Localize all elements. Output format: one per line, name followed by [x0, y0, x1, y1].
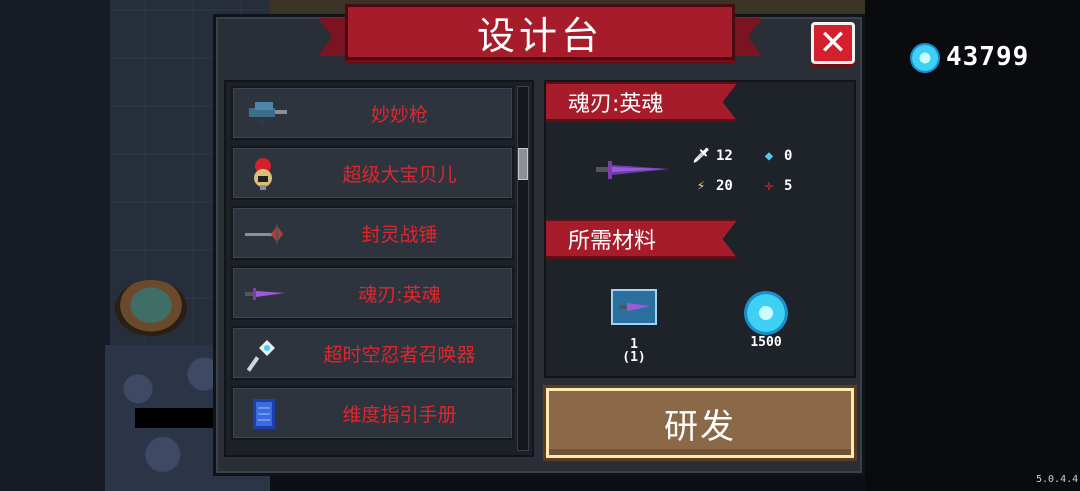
develop-button[interactable]: 研发: [546, 388, 854, 458]
precision-stat: ✛ 5: [760, 177, 793, 195]
gem-count: 43799: [946, 42, 1030, 72]
blueprint-count: 1 (1): [618, 338, 650, 364]
weapon-list[interactable]: 妙妙枪 超级大宝贝儿 封灵战锤 魂刃:英魂 超时空忍者召唤器 维度指引手册: [224, 80, 534, 457]
water-tub: [115, 280, 187, 336]
list-item[interactable]: 维度指引手册: [231, 386, 514, 440]
list-item-label: 超级大宝贝儿: [342, 163, 457, 186]
list-item[interactable]: 魂刃:英魂: [231, 266, 514, 320]
list-item[interactable]: 妙妙枪: [231, 86, 514, 140]
gem-icon: [744, 291, 788, 335]
energy-stat: ◆ 0: [760, 147, 793, 165]
list-item[interactable]: 封灵战锤: [231, 206, 514, 260]
blueprint-icon: [611, 289, 657, 325]
gem-icon: [910, 43, 940, 73]
close-button[interactable]: ✕: [811, 22, 855, 64]
list-scrollbar[interactable]: [517, 86, 529, 451]
crit-bolt-icon: ⚡: [696, 178, 706, 194]
dark-gap: [135, 408, 215, 428]
summoner-staff-icon: [246, 340, 275, 372]
materials-banner: 所需材料: [546, 219, 738, 259]
crit-value: 20: [716, 178, 733, 194]
blue-gun-icon: [249, 102, 287, 125]
list-item[interactable]: 超时空忍者召唤器: [231, 326, 514, 380]
blueprint-count-required: (1): [622, 350, 646, 365]
weapon-name-banner: 魂刃:英魂: [546, 82, 738, 122]
purple-blade-icon: [596, 161, 670, 179]
list-scrollbar-thumb[interactable]: [518, 148, 528, 180]
damage-value: 12: [716, 148, 733, 164]
damage-stat: 🗡 12: [692, 147, 733, 165]
diamond-icon: ◆: [764, 148, 774, 164]
gem-cost: 1500: [750, 335, 782, 350]
spiked-hammer-icon: [245, 222, 283, 246]
list-item-label: 维度指引手册: [342, 403, 457, 426]
crosshair-icon: ✛: [764, 178, 774, 194]
close-icon: ✕: [818, 23, 848, 63]
precision-value: 5: [784, 178, 793, 194]
bomb-doll-icon: [254, 158, 272, 190]
list-item-label: 魂刃:英魂: [358, 283, 441, 306]
crit-stat: ⚡ 20: [692, 177, 733, 195]
page-title: 设计台: [345, 4, 735, 60]
sword-icon: 🗡: [692, 148, 710, 164]
list-item-label: 封灵战锤: [361, 223, 438, 246]
dark-area: [865, 0, 1080, 491]
purple-blade-icon: [245, 288, 285, 300]
energy-value: 0: [784, 148, 793, 164]
blue-manual-icon: [253, 399, 275, 429]
version-label: 5.0.4.4: [1036, 474, 1079, 485]
dungeon-shadow: [0, 0, 110, 491]
list-item-label: 妙妙枪: [370, 103, 428, 126]
list-item-label: 超时空忍者召唤器: [323, 343, 476, 366]
list-item[interactable]: 超级大宝贝儿: [231, 146, 514, 200]
